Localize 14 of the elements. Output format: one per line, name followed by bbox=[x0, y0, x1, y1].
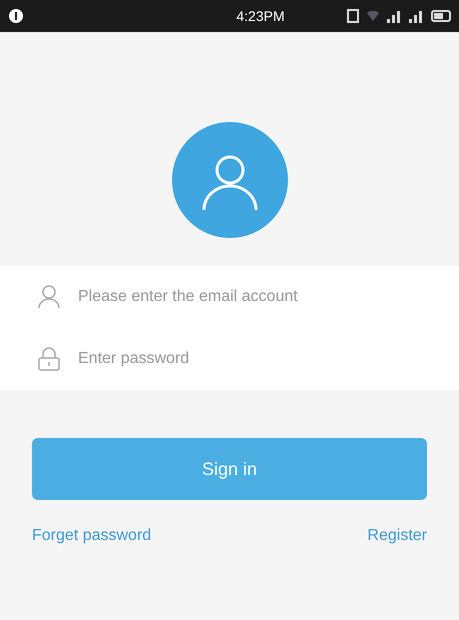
sign-in-button[interactable]: Sign in bbox=[32, 438, 427, 500]
password-field[interactable]: Enter password bbox=[76, 346, 421, 372]
forget-password-link[interactable]: Forget password bbox=[32, 524, 152, 548]
battery-icon bbox=[431, 10, 451, 22]
user-icon bbox=[38, 285, 60, 309]
wifi-icon bbox=[367, 11, 379, 21]
register-link[interactable]: Register bbox=[367, 524, 427, 548]
lock-icon bbox=[38, 347, 60, 371]
status-time: 4:23PM bbox=[236, 6, 285, 26]
vibrate-icon bbox=[347, 9, 359, 23]
signal-icon bbox=[409, 9, 423, 23]
email-field[interactable]: Please enter the email account bbox=[76, 284, 421, 310]
signal-icon bbox=[387, 9, 401, 23]
notification-icon bbox=[8, 8, 24, 24]
